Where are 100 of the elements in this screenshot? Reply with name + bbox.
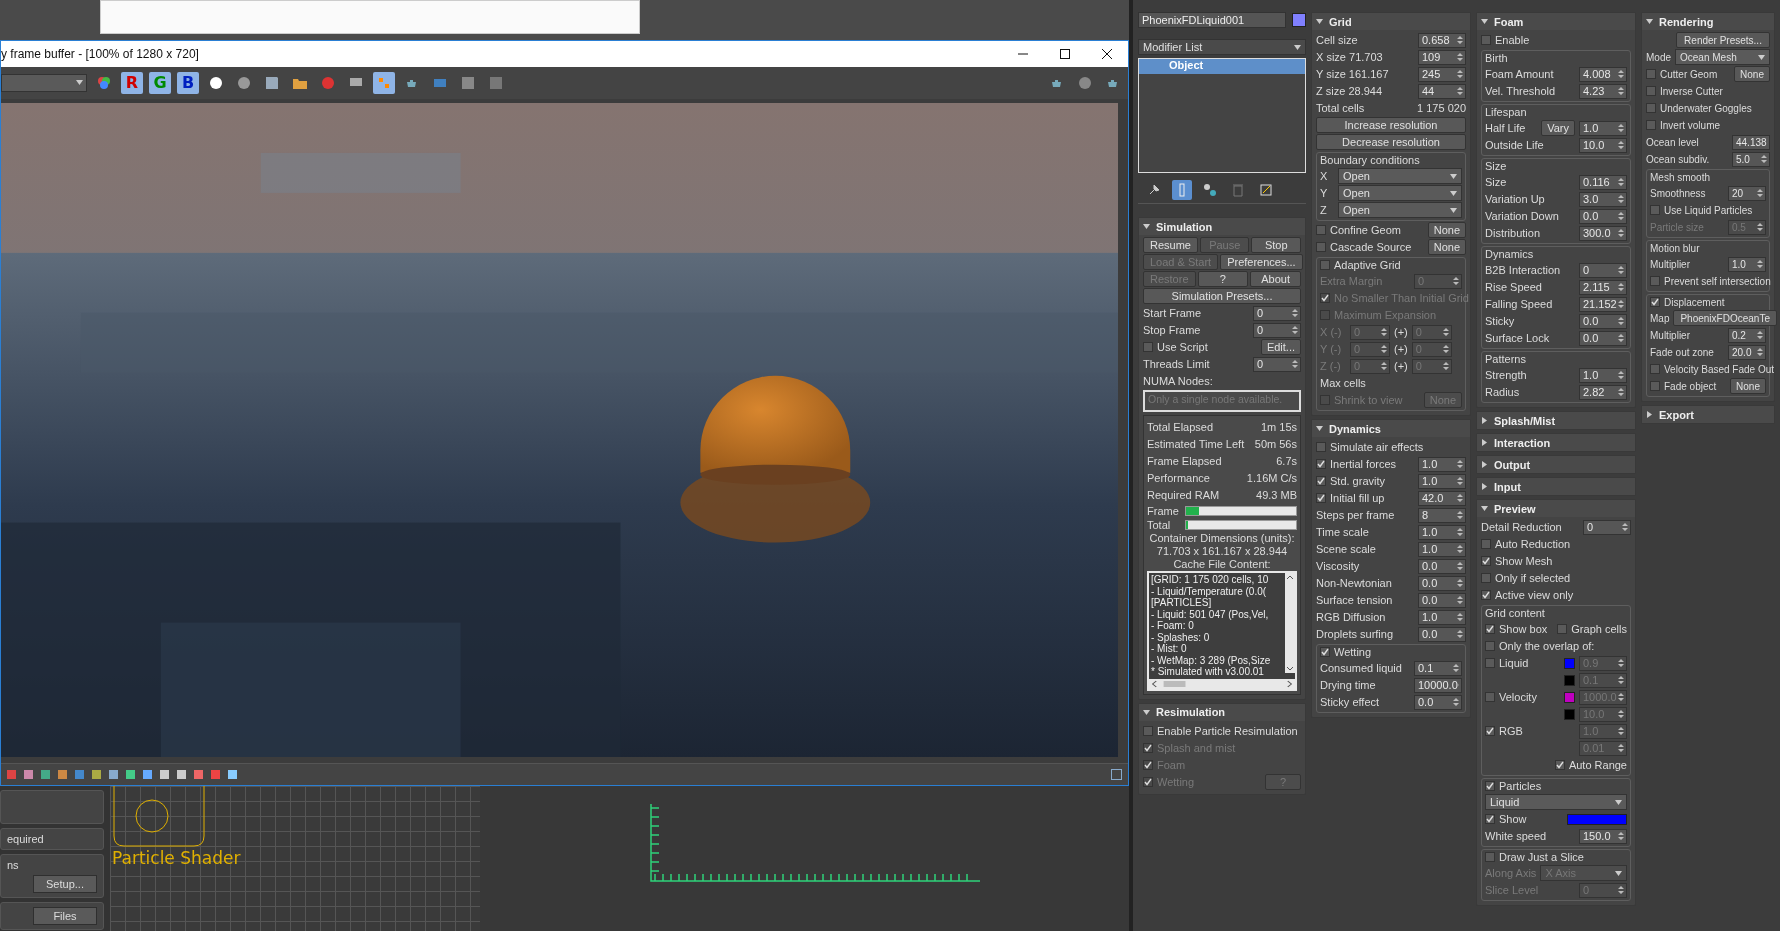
rollout-header[interactable]: Foam [1477, 13, 1635, 30]
checkbox[interactable] [1485, 641, 1495, 651]
pick-button[interactable]: None [1427, 239, 1466, 255]
action-button[interactable]: Decrease resolution [1316, 134, 1466, 150]
checkbox[interactable] [1316, 476, 1326, 486]
spinner-field[interactable]: 8 [1418, 507, 1466, 523]
rollout-header[interactable]: Grid [1312, 13, 1470, 30]
checkbox[interactable] [1143, 342, 1153, 352]
setup-button[interactable]: Setup... [33, 875, 97, 893]
spinner-field[interactable]: 4.23 [1579, 83, 1627, 99]
action-button[interactable]: Resume [1143, 237, 1198, 253]
spinner-field[interactable]: 0.0 [1418, 558, 1466, 574]
rollout-header[interactable]: Rendering [1642, 13, 1774, 30]
checkbox[interactable] [1320, 260, 1330, 270]
checkbox[interactable] [1650, 381, 1660, 391]
spinner-field[interactable]: 0.0 [1414, 694, 1462, 710]
spinner-field[interactable]: 0 [1253, 322, 1301, 338]
tool-icon[interactable] [175, 768, 187, 781]
vary-button[interactable]: Vary [1541, 120, 1575, 136]
spinner-field[interactable]: 1.0 [1579, 120, 1627, 136]
color-swatch[interactable] [1564, 657, 1575, 669]
pick-button[interactable]: None [1730, 378, 1766, 394]
spinner-field[interactable]: 1.0 [1418, 456, 1466, 472]
action-button[interactable]: Stop [1251, 237, 1301, 253]
rollout-header[interactable]: Output [1477, 456, 1635, 473]
spinner-field[interactable]: 150.0 [1579, 828, 1627, 844]
spinner-field[interactable]: 42.0 [1418, 490, 1466, 506]
spinner-field[interactable]: 2.82 [1579, 384, 1627, 400]
spinner-field[interactable]: 300.0 [1579, 225, 1627, 241]
spinner-field[interactable]: 109 [1418, 49, 1466, 65]
spinner-field[interactable]: 2.115 [1579, 279, 1627, 295]
checkbox[interactable] [1481, 35, 1491, 45]
spinner-field[interactable]: 1.0 [1418, 541, 1466, 557]
checkbox[interactable] [1320, 647, 1330, 657]
checkbox[interactable] [1646, 86, 1656, 96]
checkbox[interactable] [1481, 556, 1491, 566]
tool-icon[interactable] [141, 768, 153, 781]
action-button[interactable]: ? [1197, 271, 1249, 287]
tool-icon[interactable] [209, 768, 221, 781]
tool-icon[interactable] [22, 768, 34, 781]
tool-icon[interactable] [90, 768, 102, 781]
checkbox[interactable] [1143, 725, 1153, 736]
checkbox[interactable] [1554, 760, 1565, 770]
checkbox[interactable] [1650, 297, 1660, 307]
tool-icon[interactable] [192, 768, 204, 781]
dropdown[interactable]: Ocean Mesh [1675, 49, 1770, 65]
checkbox[interactable] [1646, 69, 1656, 79]
spinner-field[interactable]: 1.0 [1418, 609, 1466, 625]
checkbox[interactable] [1485, 658, 1495, 668]
spinner-field[interactable]: 245 [1418, 66, 1466, 82]
color-swatch[interactable] [1564, 691, 1575, 703]
rollout-header[interactable]: Simulation [1139, 218, 1305, 235]
checkbox[interactable] [1485, 624, 1495, 634]
spinner-field[interactable]: 44.138 [1732, 134, 1770, 150]
spinner-field[interactable]: 10000.0 [1414, 677, 1462, 693]
spinner-field[interactable]: 0.1 [1414, 660, 1462, 676]
spinner-field[interactable]: 1.0 [1579, 367, 1627, 383]
spinner-field[interactable]: 10.0 [1579, 137, 1627, 153]
spinner-field[interactable]: 44 [1418, 83, 1466, 99]
channel-toggle[interactable]: B [177, 71, 199, 94]
checkbox[interactable] [1650, 205, 1660, 215]
rollout-header[interactable]: Interaction [1477, 434, 1635, 451]
checkbox[interactable] [1485, 781, 1495, 791]
spinner-field[interactable]: 20 [1728, 185, 1766, 201]
checkbox[interactable] [1557, 624, 1568, 634]
checkbox[interactable] [1481, 539, 1491, 549]
cache-list[interactable]: [GRID: 1 175 020 cells, 10 - Liquid/Temperature (0.0( [PARTICLES] - Liquid: 501 047 (Pos,Vel, - Foam: 0 - Splashes: 0 - Mist: 0 - WetMap: 3 289 (Pos,Size * Simulated with v3.00.01 [1147, 571, 1297, 691]
action-button[interactable]: Render Presets... [1676, 32, 1770, 48]
spinner-field[interactable]: 0 [1579, 262, 1627, 278]
rollout-header[interactable]: Preview [1477, 500, 1635, 517]
tool-icon[interactable] [124, 768, 136, 781]
dropdown[interactable]: Open [1338, 185, 1462, 201]
files-button[interactable]: Files [33, 907, 97, 925]
spinner-field[interactable]: 0.2 [1728, 327, 1766, 343]
checkbox[interactable] [1316, 242, 1326, 252]
tool-icon[interactable] [107, 768, 119, 781]
checkbox[interactable] [1650, 276, 1660, 286]
maximize-icon[interactable] [1060, 49, 1070, 59]
color-swatch[interactable] [1564, 674, 1575, 686]
rollout-header[interactable]: Resimulation [1139, 703, 1305, 721]
dropdown[interactable]: Liquid [1485, 794, 1627, 810]
checkbox[interactable] [1646, 103, 1656, 113]
spinner-field[interactable]: 0.116 [1579, 174, 1627, 190]
panel-icon[interactable] [1110, 768, 1122, 781]
checkbox[interactable] [1481, 573, 1491, 583]
action-button[interactable]: Increase resolution [1316, 117, 1466, 133]
spinner-field[interactable]: 0.0 [1579, 330, 1627, 346]
checkbox[interactable] [1485, 814, 1495, 824]
spinner-field[interactable]: 21.152 [1579, 296, 1627, 312]
action-button[interactable]: About [1250, 271, 1301, 287]
spinner-field[interactable]: 0 [1583, 519, 1631, 535]
stack-item[interactable]: Object [1139, 59, 1305, 74]
region-icon[interactable] [373, 71, 395, 94]
spinner-field[interactable]: 0.0 [1579, 313, 1627, 329]
spinner-field[interactable]: 0.658 [1418, 32, 1466, 48]
rollout-header[interactable]: Input [1477, 478, 1635, 495]
spinner-field[interactable]: 4.008 [1579, 66, 1627, 82]
checkbox[interactable] [1316, 225, 1326, 235]
pick-button[interactable]: Edit... [1260, 339, 1301, 355]
checkbox[interactable] [1485, 726, 1495, 736]
